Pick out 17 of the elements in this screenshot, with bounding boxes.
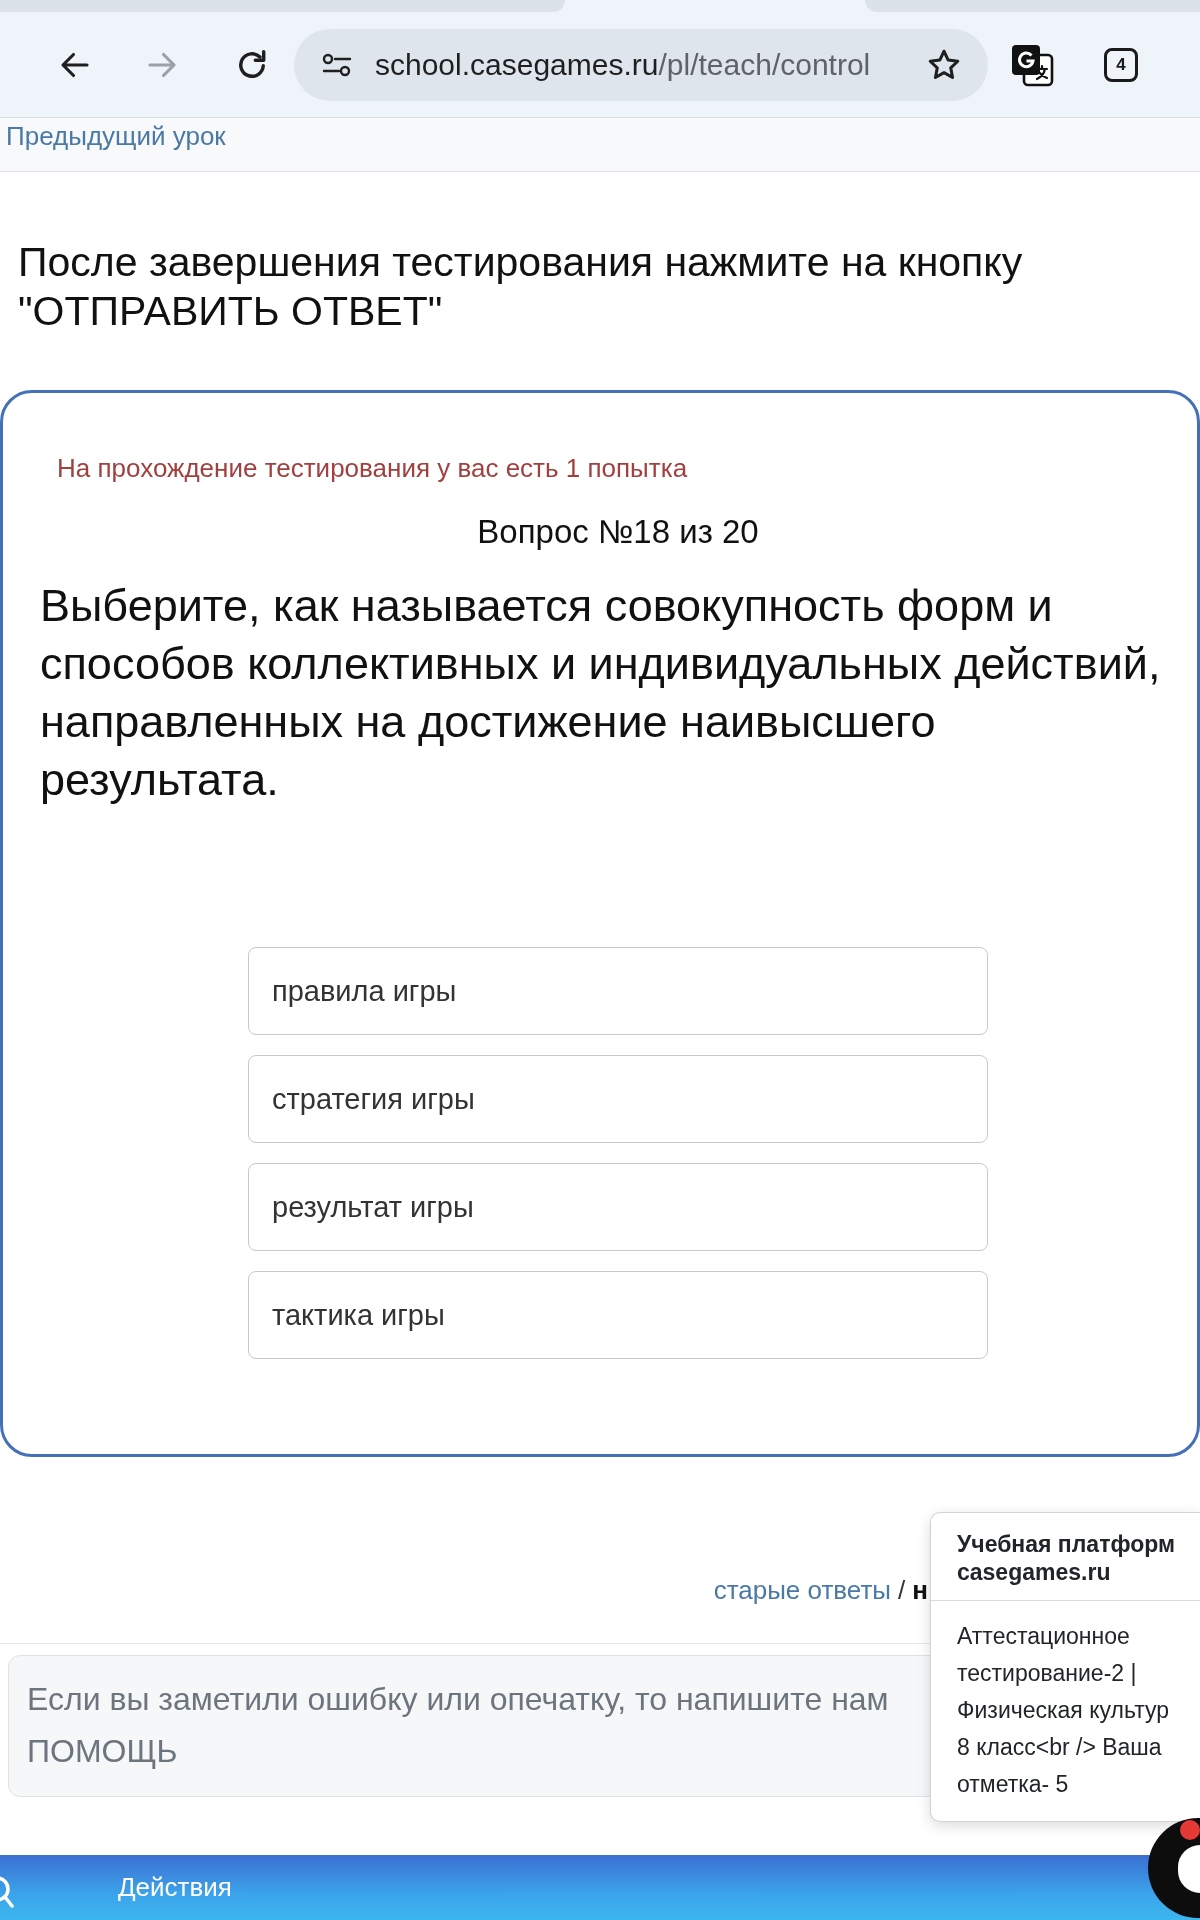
answer-option[interactable]: правила игры [248,947,988,1035]
answer-option[interactable]: тактика игры [248,1271,988,1359]
instruction-heading: После завершения тестирования нажмите на кнопку "ОТПРАВИТЬ ОТВЕТ" [17,238,1024,336]
notification-title: Учебная платформ casegames.ru [957,1530,1177,1586]
question-text: Выберите, как называется совокупность форм и способов коллективных и индивидуальных действий, направленных на достижение наивысшего результата. [39,579,1162,807]
answer-option[interactable]: результат игры [248,1163,988,1251]
previous-lesson-link[interactable]: Предыдущий урок [6,121,226,151]
url-text[interactable]: school.casegames.ru/pl/teach/control [375,47,871,82]
site-settings-icon[interactable] [322,51,352,78]
answers-link[interactable]: н [912,1574,928,1606]
attempts-note: На прохождение тестирования у вас есть 1 попытка [56,452,689,484]
address-bar[interactable]: school.casegames.ru/pl/teach/control [294,28,988,101]
separator-text: / [898,1574,906,1606]
tab-switcher-button[interactable]: 4 [1104,47,1138,82]
old-answers-link[interactable]: старые ответы [713,1574,892,1606]
question-counter: Вопрос №18 из 20 [476,512,760,552]
answer-option[interactable]: стратегия игры [248,1055,988,1143]
